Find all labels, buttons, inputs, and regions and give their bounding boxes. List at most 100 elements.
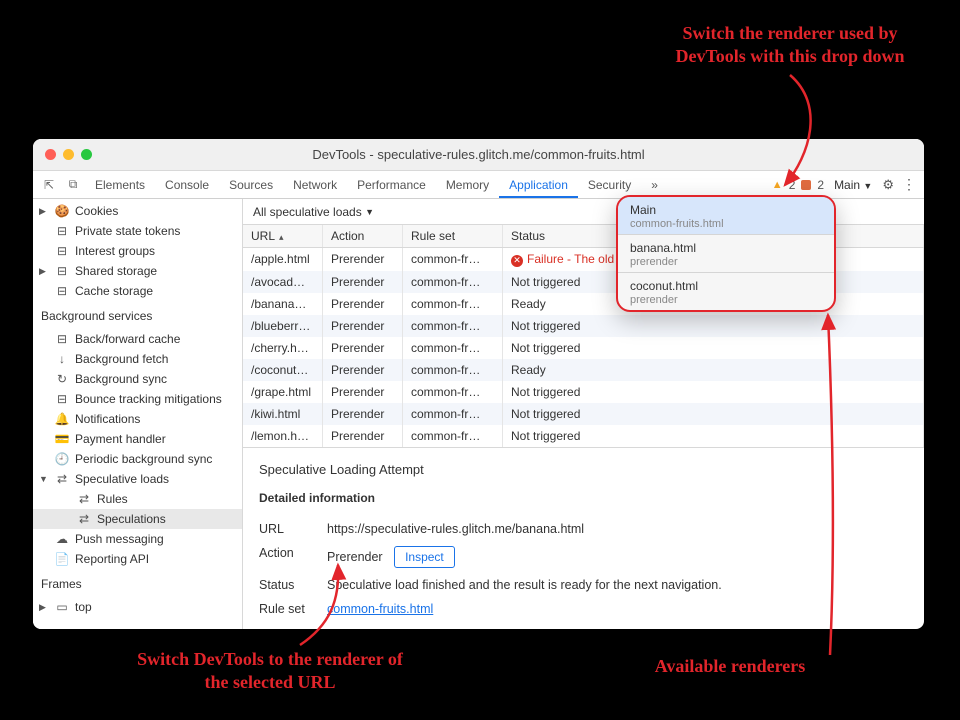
detail-url-label: URL <box>259 522 315 536</box>
device-icon[interactable]: ⧉ <box>61 177 85 192</box>
sidebar-item[interactable]: 📄Reporting API <box>33 549 242 569</box>
sidebar-item[interactable]: 🔔 Notifications <box>33 409 242 429</box>
error-icon: ✕ <box>511 255 523 267</box>
detail-action-value: Prerender <box>327 550 383 564</box>
renderer-option[interactable]: coconut.htmlprerender <box>618 273 834 310</box>
detail-url-value: https://speculative-rules.glitch.me/bana… <box>327 522 584 536</box>
sidebar-icon: ⊟ <box>55 332 69 346</box>
sidebar-item[interactable]: ⊟ Cache storage <box>33 281 242 301</box>
tabs-overflow[interactable]: » <box>641 172 668 198</box>
sidebar-icon: ⊟ <box>55 244 69 258</box>
sidebar-label: Back/forward cache <box>75 332 180 346</box>
frame-selector[interactable]: Main ▼ <box>828 174 878 196</box>
table-row[interactable]: /coconut…Prerendercommon-fr…Ready <box>243 359 924 381</box>
sidebar-item[interactable]: ▶⊟Shared storage <box>33 261 242 281</box>
window-title: DevTools - speculative-rules.glitch.me/c… <box>33 147 924 162</box>
maximize-window-icon[interactable] <box>81 149 92 160</box>
sidebar-item[interactable]: ▼⇄Speculative loads <box>33 469 242 489</box>
sidebar-label: Shared storage <box>75 264 157 278</box>
tab-application[interactable]: Application <box>499 172 578 198</box>
close-window-icon[interactable] <box>45 149 56 160</box>
titlebar: DevTools - speculative-rules.glitch.me/c… <box>33 139 924 171</box>
sidebar-icon: 🍪 <box>55 204 69 218</box>
sidebar-item[interactable]: ▶🍪Cookies <box>33 201 242 221</box>
sidebar-label: Cache storage <box>75 284 153 298</box>
settings-icon[interactable]: ⚙ <box>878 177 898 193</box>
annotation-top: Switch the renderer used by DevTools wit… <box>650 22 930 67</box>
sidebar-item[interactable]: ⊟Bounce tracking mitigations <box>33 389 242 409</box>
sidebar-icon: ↓ <box>55 352 69 366</box>
renderer-dropdown[interactable]: Maincommon-fruits.htmlbanana.htmlprerend… <box>616 195 836 312</box>
sidebar-item[interactable]: ☁Push messaging <box>33 529 242 549</box>
sidebar-label: Periodic background sync <box>75 452 212 466</box>
tab-elements[interactable]: Elements <box>85 172 155 198</box>
sidebar-icon: 🔔 <box>55 412 69 426</box>
tab-console[interactable]: Console <box>155 172 219 198</box>
detail-heading: Speculative Loading Attempt <box>259 462 908 477</box>
sidebar-icon: ⇄ <box>55 472 69 486</box>
more-icon[interactable]: ⋮ <box>898 176 920 193</box>
minimize-window-icon[interactable] <box>63 149 74 160</box>
inspect-icon[interactable]: ⇱ <box>37 178 61 192</box>
tab-memory[interactable]: Memory <box>436 172 499 198</box>
tab-network[interactable]: Network <box>283 172 347 198</box>
table-row[interactable]: /lemon.h…Prerendercommon-fr…Not triggere… <box>243 425 924 447</box>
window-controls <box>33 149 92 160</box>
sidebar-item[interactable]: 💳 Payment handler <box>33 429 242 449</box>
sidebar-icon: ⊟ <box>55 224 69 238</box>
sidebar-item[interactable]: ⊟ Back/forward cache <box>33 329 242 349</box>
sidebar-label: Interest groups <box>75 244 155 258</box>
table-row[interactable]: /grape.htmlPrerendercommon-fr…Not trigge… <box>243 381 924 403</box>
sidebar-icon: ⇄ <box>77 512 91 526</box>
warning-count: 2 <box>789 178 796 192</box>
annotation-right: Available renderers <box>620 655 840 678</box>
sidebar-label: Private state tokens <box>75 224 180 238</box>
sidebar-icon: 💳 <box>55 432 69 446</box>
sidebar-label: Background sync <box>75 372 167 386</box>
sidebar-item[interactable]: ⇄Rules <box>33 489 242 509</box>
detail-subheading: Detailed information <box>259 491 908 505</box>
table-row[interactable]: /kiwi.htmlPrerendercommon-fr…Not trigger… <box>243 403 924 425</box>
sidebar-label: Payment handler <box>75 432 166 446</box>
tab-performance[interactable]: Performance <box>347 172 436 198</box>
detail-action-label: Action <box>259 546 315 568</box>
sidebar-label: Speculative loads <box>75 472 169 486</box>
sidebar-icon: ▭ <box>55 600 69 614</box>
sidebar-icon: ⊟ <box>55 284 69 298</box>
application-sidebar: ▶🍪Cookies ⊟ Private state tokens ⊟ Interest … <box>33 199 243 629</box>
issues-count: 2 <box>817 178 824 192</box>
issue-counters[interactable]: ▲ 2 2 <box>772 178 828 192</box>
sidebar-item[interactable]: ↓ Background fetch <box>33 349 242 369</box>
renderer-option[interactable]: banana.htmlprerender <box>618 235 834 272</box>
renderer-option[interactable]: Maincommon-fruits.html <box>618 197 834 234</box>
detail-ruleset-link[interactable]: common-fruits.html <box>327 602 433 616</box>
inspect-button[interactable]: Inspect <box>394 546 455 568</box>
sidebar-item[interactable]: ⊟ Interest groups <box>33 241 242 261</box>
sidebar-heading-frames: Frames <box>33 571 242 595</box>
column-header[interactable]: Rule set <box>403 225 503 247</box>
sidebar-label: Background fetch <box>75 352 168 366</box>
detail-panel: Speculative Loading Attempt Detailed inf… <box>243 448 924 630</box>
sidebar-item[interactable]: ↻ Background sync <box>33 369 242 389</box>
sidebar-item[interactable]: ⊟ Private state tokens <box>33 221 242 241</box>
sidebar-icon: ↻ <box>55 372 69 386</box>
sidebar-label: Bounce tracking mitigations <box>75 392 222 406</box>
column-header[interactable]: Action <box>323 225 403 247</box>
sidebar-item[interactable]: ▶▭top <box>33 597 242 617</box>
tab-sources[interactable]: Sources <box>219 172 283 198</box>
column-header[interactable]: URL▴ <box>243 225 323 247</box>
sidebar-label: Rules <box>97 492 128 506</box>
detail-status-label: Status <box>259 578 315 592</box>
sidebar-item[interactable]: 🕘Periodic background sync <box>33 449 242 469</box>
issues-icon <box>801 180 811 190</box>
sidebar-item[interactable]: ⇄ Speculations <box>33 509 242 529</box>
tab-security[interactable]: Security <box>578 172 641 198</box>
detail-ruleset-label: Rule set <box>259 602 315 616</box>
sidebar-label: Speculations <box>97 512 166 526</box>
table-row[interactable]: /cherry.h…Prerendercommon-fr…Not trigger… <box>243 337 924 359</box>
sidebar-label: Notifications <box>75 412 140 426</box>
sidebar-icon: 📄 <box>55 552 69 566</box>
warning-icon: ▲ <box>772 179 783 191</box>
sidebar-icon: ☁ <box>55 532 69 546</box>
table-row[interactable]: /blueberr…Prerendercommon-fr…Not trigger… <box>243 315 924 337</box>
